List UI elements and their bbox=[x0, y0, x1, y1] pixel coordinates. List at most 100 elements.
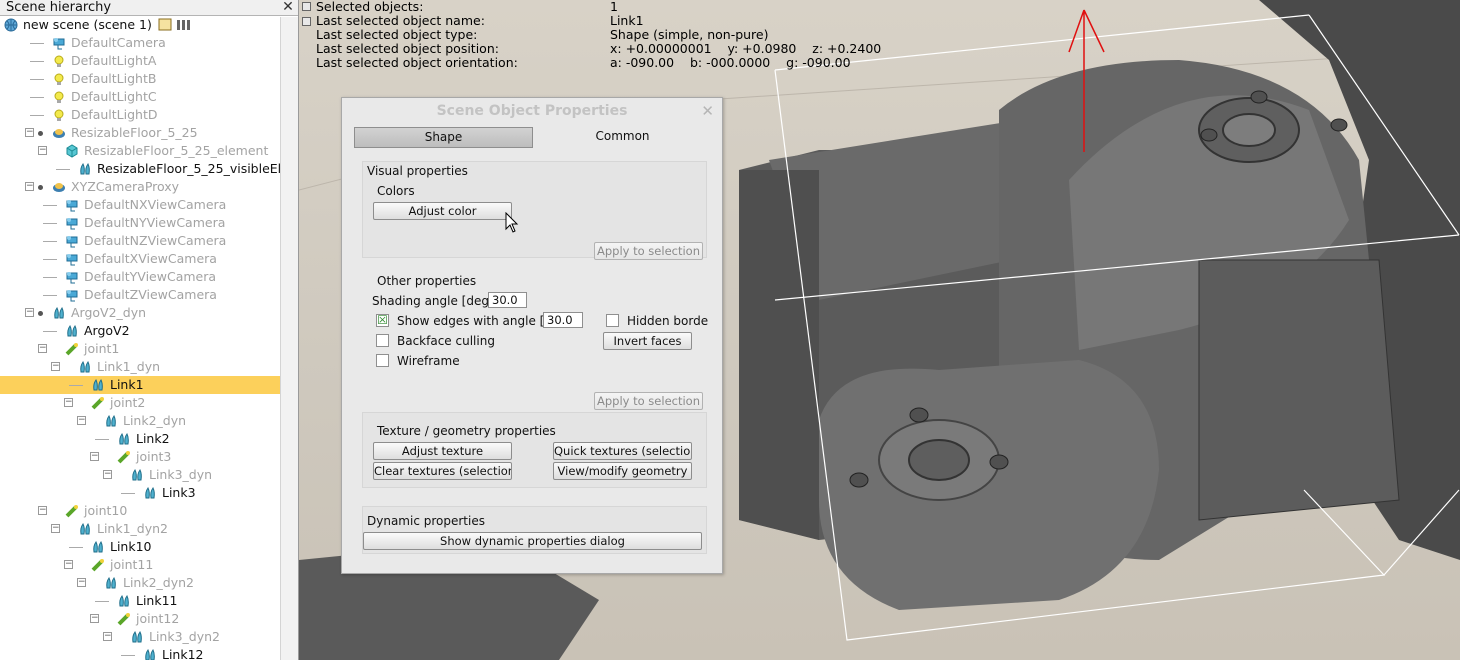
tree-item[interactable]: DefaultLightC bbox=[0, 88, 280, 106]
tree-item[interactable]: DefaultNXViewCamera bbox=[0, 196, 280, 214]
tree-item-label: DefaultNYViewCamera bbox=[84, 215, 226, 230]
tree-item[interactable]: DefaultXViewCamera bbox=[0, 250, 280, 268]
tree-item[interactable]: − Link2_dyn bbox=[0, 412, 280, 430]
tree-item[interactable]: − Link1_dyn2 bbox=[0, 520, 280, 538]
object-type-label: Last selected object type: bbox=[316, 27, 478, 42]
tree-item[interactable]: − joint3 bbox=[0, 448, 280, 466]
tree-connector bbox=[43, 295, 57, 296]
tree-item[interactable]: − Link3_dyn bbox=[0, 466, 280, 484]
collapse-icon[interactable]: − bbox=[38, 146, 47, 155]
tree-item[interactable]: − ResizableFloor_5_25 bbox=[0, 124, 280, 142]
object-type-value: Shape (simple, non-pure) bbox=[610, 27, 769, 42]
tree-item[interactable]: ArgoV2 bbox=[0, 322, 280, 340]
tree-item-label: Link2 bbox=[136, 431, 170, 446]
tree-item[interactable]: new scene (scene 1) bbox=[0, 16, 280, 34]
backface-culling-checkbox[interactable] bbox=[376, 334, 389, 347]
tab-shape[interactable]: Shape bbox=[354, 127, 533, 148]
tree-connector bbox=[95, 439, 109, 440]
collapse-icon[interactable]: − bbox=[51, 362, 60, 371]
tree-item-label: joint1 bbox=[84, 341, 120, 356]
wireframe-checkbox[interactable] bbox=[376, 354, 389, 367]
tree-item-label: Link10 bbox=[110, 539, 152, 554]
collapse-icon[interactable]: − bbox=[38, 344, 47, 353]
clear-textures-button[interactable]: Clear textures (selection) bbox=[373, 462, 512, 480]
hidden-border-checkbox[interactable] bbox=[606, 314, 619, 327]
adjust-color-button[interactable]: Adjust color bbox=[373, 202, 512, 220]
collapse-icon[interactable]: − bbox=[77, 578, 86, 587]
collapse-icon[interactable]: − bbox=[51, 524, 60, 533]
collapse-icon[interactable]: − bbox=[90, 452, 99, 461]
collapse-icon[interactable]: − bbox=[77, 416, 86, 425]
tree-item[interactable]: DefaultZViewCamera bbox=[0, 286, 280, 304]
tree-item[interactable]: − joint1 bbox=[0, 340, 280, 358]
shading-angle-input[interactable]: 30.0 bbox=[488, 292, 527, 308]
close-icon[interactable]: ✕ bbox=[281, 0, 295, 15]
tree-item[interactable]: Link3 bbox=[0, 484, 280, 502]
tree-item-label: Link2_dyn bbox=[123, 413, 187, 428]
collapse-icon[interactable]: − bbox=[25, 128, 34, 137]
tree-item-label: ArgoV2_dyn bbox=[71, 305, 147, 320]
tree-item[interactable]: − ArgoV2_dyn bbox=[0, 304, 280, 322]
tree-item[interactable]: Link12 bbox=[0, 646, 280, 660]
quick-textures-button[interactable]: Quick textures (selection) bbox=[553, 442, 692, 460]
view-modify-geometry-button[interactable]: View/modify geometry bbox=[553, 462, 692, 480]
tree-item-label: DefaultLightC bbox=[71, 89, 157, 104]
tree-item[interactable]: − Link2_dyn2 bbox=[0, 574, 280, 592]
show-dynamic-properties-button[interactable]: Show dynamic properties dialog bbox=[363, 532, 702, 550]
collapse-icon[interactable]: − bbox=[90, 614, 99, 623]
collapse-icon[interactable]: − bbox=[64, 398, 73, 407]
tree-item[interactable]: − joint10 bbox=[0, 502, 280, 520]
tree-item[interactable]: − ResizableFloor_5_25_element bbox=[0, 142, 280, 160]
edge-angle-input[interactable]: 30.0 bbox=[543, 312, 583, 328]
tree-item[interactable]: − Link1_dyn bbox=[0, 358, 280, 376]
hierarchy-scrollbar[interactable] bbox=[280, 17, 298, 660]
collapse-icon[interactable]: − bbox=[25, 182, 34, 191]
tree-item[interactable]: Link11 bbox=[0, 592, 280, 610]
collapse-icon[interactable]: − bbox=[103, 632, 112, 641]
show-edges-checkbox[interactable]: ☒ bbox=[376, 314, 389, 327]
collapse-icon[interactable]: − bbox=[103, 470, 112, 479]
show-edges-label: Show edges with angle [de bbox=[397, 314, 543, 328]
adjust-texture-button[interactable]: Adjust texture bbox=[373, 442, 512, 460]
tree-item[interactable]: DefaultLightB bbox=[0, 70, 280, 88]
collapse-icon[interactable]: − bbox=[64, 560, 73, 569]
tree-connector bbox=[30, 97, 44, 98]
apply-to-selection-button[interactable]: Apply to selection bbox=[594, 242, 703, 260]
tree-item[interactable]: DefaultNZViewCamera bbox=[0, 232, 280, 250]
object-name-value: Link1 bbox=[610, 13, 644, 28]
tree-item[interactable]: ResizableFloor_5_25_visibleElement bbox=[0, 160, 298, 178]
close-icon[interactable]: ✕ bbox=[701, 102, 714, 120]
tree-item[interactable]: − Link3_dyn2 bbox=[0, 628, 280, 646]
tree-item[interactable]: − joint11 bbox=[0, 556, 280, 574]
tree-item-selected[interactable]: Link1 bbox=[0, 376, 280, 394]
object-position-value: x: +0.00000001 y: +0.0980 z: +0.2400 bbox=[610, 41, 882, 56]
tree-item-label: joint12 bbox=[136, 611, 180, 626]
tree-item-label: DefaultZViewCamera bbox=[84, 287, 217, 302]
tree-item[interactable]: Link2 bbox=[0, 430, 280, 448]
invert-faces-button[interactable]: Invert faces bbox=[603, 332, 692, 350]
tree-item[interactable]: − XYZCameraProxy bbox=[0, 178, 280, 196]
tree-item[interactable]: DefaultLightA bbox=[0, 52, 280, 70]
tree-item-label: ResizableFloor_5_25_element bbox=[84, 143, 269, 158]
tree-item[interactable]: − joint2 bbox=[0, 394, 280, 412]
apply-to-selection-button-2[interactable]: Apply to selection bbox=[594, 392, 703, 410]
tree-item-label: Link3 bbox=[162, 485, 196, 500]
overlay-toggle-icon[interactable] bbox=[302, 17, 311, 26]
tab-common[interactable]: Common bbox=[533, 127, 712, 148]
tree-item[interactable]: − joint12 bbox=[0, 610, 280, 628]
collapse-icon[interactable]: − bbox=[38, 506, 47, 515]
tree-item-label: DefaultCamera bbox=[71, 35, 166, 50]
dynamic-properties-heading: Dynamic properties bbox=[367, 514, 485, 528]
tree-item[interactable]: DefaultLightD bbox=[0, 106, 280, 124]
tree-item-label: Link2_dyn2 bbox=[123, 575, 195, 590]
collapse-icon[interactable]: − bbox=[25, 308, 34, 317]
overlay-toggle-icon[interactable] bbox=[302, 2, 311, 11]
tree-item-label: Link3_dyn bbox=[149, 467, 213, 482]
model-dot-icon bbox=[38, 131, 43, 136]
tree-item[interactable]: DefaultNYViewCamera bbox=[0, 214, 280, 232]
tree-item[interactable]: Link10 bbox=[0, 538, 280, 556]
tree-item[interactable]: DefaultYViewCamera bbox=[0, 268, 280, 286]
backface-culling-label: Backface culling bbox=[397, 334, 495, 348]
tree-item[interactable]: DefaultCamera bbox=[0, 34, 280, 52]
colors-heading: Colors bbox=[377, 184, 415, 198]
